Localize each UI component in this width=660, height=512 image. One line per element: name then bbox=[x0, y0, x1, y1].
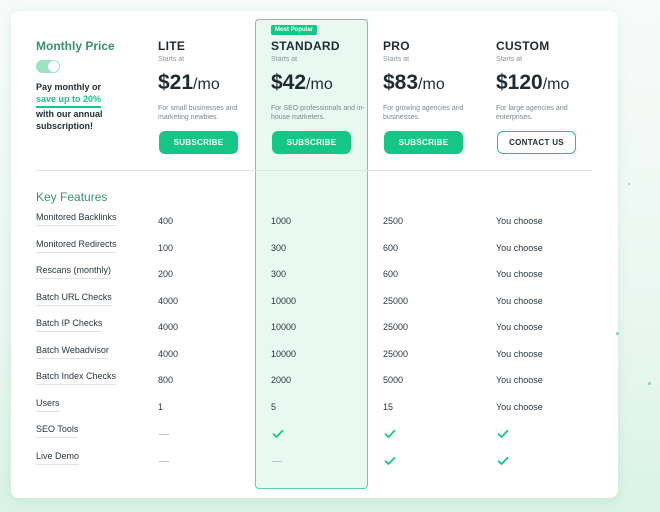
starts-at-pro: Starts at bbox=[383, 56, 410, 63]
price-amount: $120 bbox=[496, 71, 543, 94]
feature-value: 400 bbox=[158, 216, 174, 226]
price-custom: $120/mo bbox=[496, 71, 569, 95]
feature-value: You choose bbox=[496, 216, 543, 226]
key-features-title: Key Features bbox=[36, 190, 108, 204]
feature-value: 25000 bbox=[383, 295, 409, 306]
check-icon bbox=[384, 453, 396, 465]
feature-value: 4000 bbox=[158, 348, 179, 359]
toggle-knob bbox=[48, 61, 59, 72]
plan-description-custom: For large agencies and enterprises. bbox=[496, 105, 568, 121]
feature-label: Users bbox=[36, 398, 60, 412]
feature-value: 300 bbox=[271, 269, 287, 279]
feature-value: 5000 bbox=[383, 375, 404, 385]
price-period: /mo bbox=[542, 76, 570, 93]
pay-line1: Pay monthly or bbox=[36, 82, 102, 92]
plan-description-standard: For SEO professionals and in-house marke… bbox=[271, 105, 365, 121]
feature-value: 2500 bbox=[383, 216, 404, 226]
decor-dot bbox=[648, 382, 651, 385]
plan-description-pro: For growing agencies and businesses. bbox=[383, 105, 464, 121]
feature-value: 100 bbox=[158, 242, 174, 253]
feature-value: You choose bbox=[496, 269, 543, 279]
starts-at-lite: Starts at bbox=[158, 56, 185, 63]
feature-label: Rescans (monthly) bbox=[36, 265, 112, 279]
feature-value: 200 bbox=[158, 269, 174, 279]
feature-value: 4000 bbox=[158, 322, 179, 332]
feature-value: 2000 bbox=[271, 375, 292, 385]
price-amount: $42 bbox=[271, 71, 307, 94]
pay-monthly-text: Pay monthly or save up to 20% with our a… bbox=[36, 81, 136, 132]
pay-line2: with our annual subscription! bbox=[36, 109, 103, 131]
starts-at-standard: Starts at bbox=[271, 56, 298, 63]
check-icon bbox=[384, 426, 396, 438]
subscribe-button-standard[interactable]: SUBSCRIBE bbox=[272, 131, 351, 154]
feature-value: You choose bbox=[496, 348, 543, 359]
price-pro: $83/mo bbox=[383, 71, 445, 95]
feature-value: You choose bbox=[496, 401, 543, 412]
feature-value: 25000 bbox=[383, 348, 409, 359]
check-icon bbox=[497, 453, 509, 465]
feature-value: You choose bbox=[496, 322, 543, 332]
feature-label: Monitored Backlinks bbox=[36, 212, 117, 226]
save-text: save up to 20% bbox=[36, 93, 102, 108]
feature-label: Batch IP Checks bbox=[36, 318, 103, 332]
feature-value: 4000 bbox=[158, 295, 179, 306]
feature-label: Batch URL Checks bbox=[36, 292, 112, 306]
check-icon bbox=[497, 426, 509, 438]
feature-label: Live Demo bbox=[36, 451, 80, 465]
feature-label: SEO Tools bbox=[36, 424, 79, 438]
plan-name-pro: PRO bbox=[383, 39, 410, 53]
starts-at-custom: Starts at bbox=[496, 56, 523, 63]
feature-value: 10000 bbox=[271, 348, 297, 359]
dash-icon bbox=[159, 460, 169, 462]
feature-value: You choose bbox=[496, 295, 543, 306]
price-period: /mo bbox=[418, 76, 445, 93]
price-period: /mo bbox=[193, 76, 220, 93]
feature-label: Monitored Redirects bbox=[36, 239, 117, 253]
feature-value: You choose bbox=[496, 375, 543, 385]
subscribe-button-lite[interactable]: SUBSCRIBE bbox=[159, 131, 238, 154]
contact-us-button[interactable]: CONTACT US bbox=[497, 131, 576, 154]
monthly-price-title: Monthly Price bbox=[36, 39, 115, 53]
plan-name-lite: LITE bbox=[158, 39, 186, 53]
feature-label: Batch Index Checks bbox=[36, 371, 117, 385]
feature-value: 1 bbox=[158, 401, 164, 412]
feature-label: Batch Webadvisor bbox=[36, 345, 109, 359]
plan-name-standard: STANDARD bbox=[271, 39, 340, 53]
feature-value: 1000 bbox=[271, 216, 292, 226]
dash-icon bbox=[272, 460, 282, 462]
most-popular-badge: Most Popular bbox=[271, 25, 318, 35]
feature-value: 25000 bbox=[383, 322, 409, 332]
feature-value: You choose bbox=[496, 242, 543, 253]
check-icon bbox=[272, 426, 284, 438]
plan-description-lite: For small businesses and marketing newbi… bbox=[158, 105, 238, 121]
feature-value: 800 bbox=[158, 375, 174, 385]
subscribe-button-pro[interactable]: SUBSCRIBE bbox=[384, 131, 463, 154]
price-amount: $83 bbox=[383, 71, 419, 94]
price-lite: $21/mo bbox=[158, 71, 220, 95]
feature-value: 300 bbox=[271, 242, 287, 253]
decor-dot bbox=[628, 183, 630, 185]
feature-value: 600 bbox=[383, 269, 399, 279]
feature-value: 10000 bbox=[271, 295, 297, 306]
feature-value: 15 bbox=[383, 401, 394, 412]
divider bbox=[36, 170, 592, 171]
feature-value: 5 bbox=[271, 401, 277, 412]
dash-icon bbox=[159, 434, 169, 435]
price-amount: $21 bbox=[158, 71, 194, 94]
billing-toggle[interactable] bbox=[36, 60, 60, 73]
price-period: /mo bbox=[306, 76, 333, 93]
feature-value: 10000 bbox=[271, 322, 297, 332]
plan-name-custom: CUSTOM bbox=[496, 39, 550, 53]
price-standard: $42/mo bbox=[271, 71, 333, 95]
decor-dot bbox=[616, 332, 619, 335]
feature-value: 600 bbox=[383, 242, 399, 253]
